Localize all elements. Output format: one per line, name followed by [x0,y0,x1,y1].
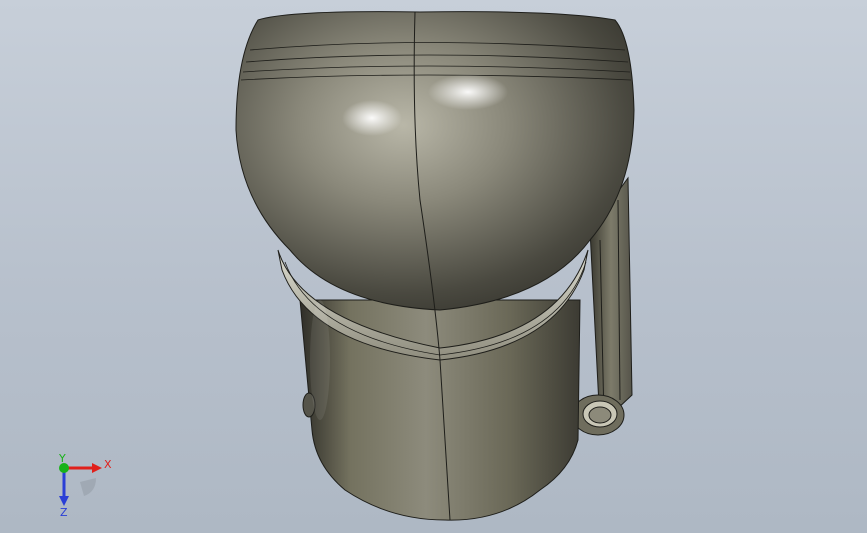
cad-part-model[interactable] [0,0,867,533]
triad-shadow [80,478,96,496]
upper-dome [235,11,635,311]
y-axis-label: Y [58,452,66,465]
x-axis-label: X [104,458,112,471]
graphics-viewport[interactable]: X Y Z [0,0,867,533]
coordinate-triad: X Y Z [58,452,112,519]
z-axis-label: Z [60,506,68,519]
